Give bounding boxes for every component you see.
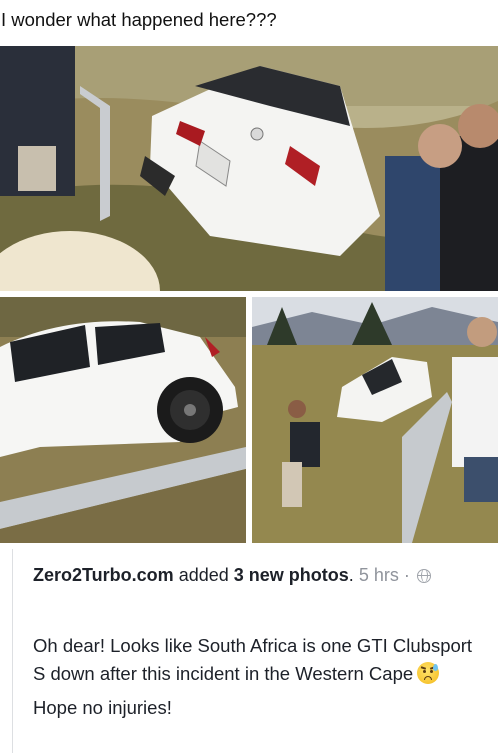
post-left-border: [12, 549, 13, 753]
post-text-paragraph-1: Oh dear! Looks like South Africa is one …: [33, 632, 478, 688]
page-name-link[interactable]: Zero2Turbo.com: [33, 565, 174, 585]
post-body: Oh dear! Looks like South Africa is one …: [33, 632, 478, 728]
post-action-text: added: [178, 565, 229, 585]
photo-3[interactable]: [252, 297, 498, 543]
globe-icon[interactable]: [416, 569, 431, 583]
sad-relieved-face-emoji-icon: [417, 662, 440, 684]
meta-separator: ·: [403, 565, 410, 585]
post-text-paragraph-2: Hope no injuries!: [33, 697, 172, 718]
top-caption: I wonder what happened here???: [0, 0, 498, 46]
post-text-line-1: Oh dear! Looks like South Africa is one …: [33, 635, 473, 684]
post-timestamp[interactable]: 5 hrs: [359, 565, 399, 585]
photos-count-link[interactable]: 3 new photos: [234, 565, 349, 585]
photo-2-image: [0, 297, 246, 543]
photo-1[interactable]: [0, 46, 498, 291]
post-card: Zero2Turbo.com added 3 new photos. 5 hrs…: [0, 543, 498, 753]
photo-1-image: [0, 46, 498, 291]
photo-3-image: [252, 297, 498, 543]
photo-2[interactable]: [0, 297, 246, 543]
post-period: .: [348, 565, 354, 585]
post-header: Zero2Turbo.com added 3 new photos. 5 hrs…: [33, 562, 473, 589]
